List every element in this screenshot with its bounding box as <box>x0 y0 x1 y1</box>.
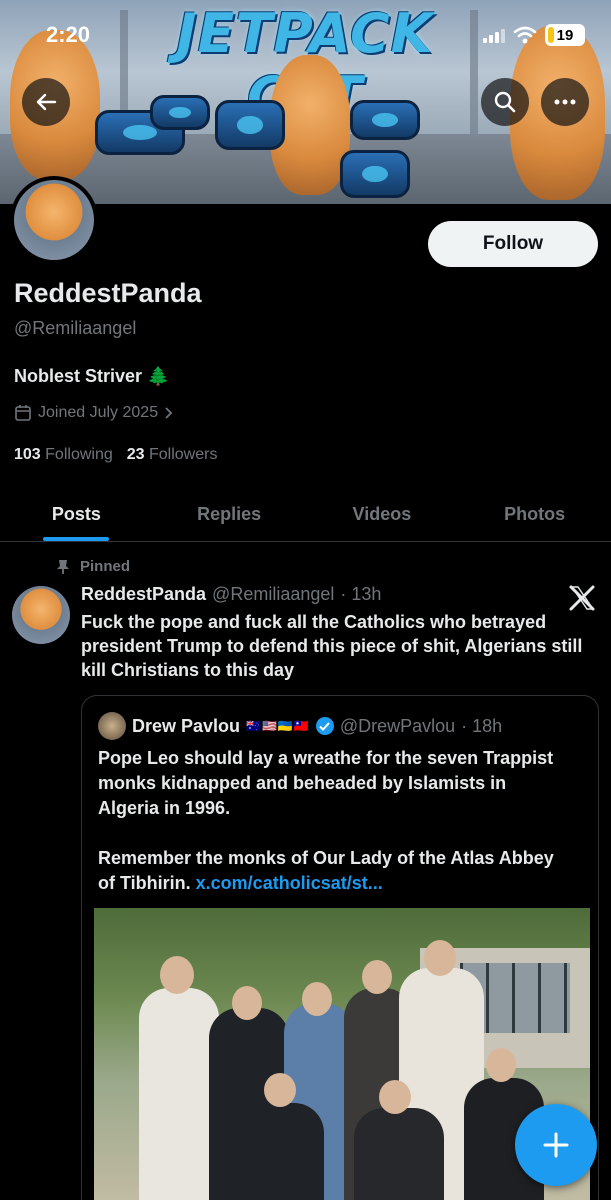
banner-jetpack <box>340 150 410 198</box>
back-arrow-icon <box>36 93 57 111</box>
calendar-icon <box>15 405 31 421</box>
photo-figure <box>354 1108 444 1200</box>
post-header: ReddestPanda @Remiliaangel · 13h <box>81 584 381 605</box>
banner-jetpack <box>215 100 285 150</box>
photo-figure <box>160 956 194 994</box>
follow-button[interactable]: Follow <box>428 221 598 267</box>
pinned-indicator: Pinned <box>56 558 130 575</box>
pinned-label: Pinned <box>80 558 131 575</box>
battery-indicator: 19 <box>545 24 585 46</box>
search-button[interactable] <box>481 78 529 126</box>
tab-photos[interactable]: Photos <box>458 488 611 541</box>
followers-link[interactable]: 23 Followers <box>127 446 218 464</box>
joined-date[interactable]: Joined July 2025 <box>14 404 174 422</box>
tab-videos[interactable]: Videos <box>306 488 459 541</box>
quote-header: Drew Pavlou 🇦🇺🇺🇸🇺🇦🇹🇼 @DrewPavlou · 18h <box>98 712 502 740</box>
x-logo-icon <box>569 585 595 611</box>
photo-figure <box>264 1073 296 1107</box>
followers-count: 23 <box>126 446 145 463</box>
avatar-image <box>14 180 94 260</box>
post-text: Fuck the pope and fuck all the Catholics… <box>81 612 583 680</box>
photo-figure <box>362 960 392 994</box>
status-indicators: 19 <box>483 24 585 46</box>
more-button[interactable] <box>541 78 589 126</box>
quote-time: · 18h <box>461 715 503 736</box>
post-author-avatar[interactable] <box>12 586 70 644</box>
tab-posts[interactable]: Posts <box>0 488 153 541</box>
photo-figure <box>232 986 262 1020</box>
back-button[interactable] <box>22 78 70 126</box>
profile-display-name: ReddestPanda <box>14 278 202 308</box>
signal-icon <box>483 27 505 43</box>
profile-tabs: Posts Replies Videos Photos <box>0 488 611 542</box>
following-link[interactable]: 103 Following <box>14 446 113 464</box>
tab-replies[interactable]: Replies <box>153 488 306 541</box>
profile-avatar[interactable] <box>10 176 98 264</box>
quote-author-flags: 🇦🇺🇺🇸🇺🇦🇹🇼 <box>246 719 310 733</box>
photo-figure <box>302 982 332 1016</box>
photo-figure <box>424 940 456 976</box>
banner-decoration <box>470 10 478 150</box>
post-author-handle[interactable]: @Remiliaangel <box>212 584 334 605</box>
quote-text: Pope Leo should lay a wreathe for the se… <box>98 746 568 896</box>
pin-icon <box>57 559 69 574</box>
verified-icon <box>315 717 334 735</box>
wifi-icon <box>513 26 537 44</box>
quote-author-handle: @DrewPavlou <box>339 715 456 736</box>
quote-author-name: Drew Pavlou <box>132 715 241 736</box>
compose-button[interactable] <box>515 1104 597 1186</box>
more-icon <box>554 99 576 105</box>
photo-figure <box>379 1080 411 1114</box>
following-label: Following <box>45 446 113 463</box>
profile-handle: @Remiliaangel <box>14 318 137 338</box>
status-time: 2:20 <box>46 22 91 47</box>
profile-bio: Noblest Striver 🌲 <box>14 366 170 386</box>
quote-body: Pope Leo should lay a wreathe for the se… <box>98 748 554 893</box>
post-time: · 13h <box>340 584 382 604</box>
followers-label: Followers <box>149 446 218 463</box>
follow-counts: 103 Following 23 Followers <box>14 446 217 464</box>
photo-figure <box>239 1103 324 1200</box>
quote-author-avatar <box>98 712 126 740</box>
following-count: 103 <box>14 446 41 463</box>
post-author-name[interactable]: ReddestPanda <box>81 584 206 605</box>
banner-jetpack <box>150 95 210 130</box>
joined-label: Joined July 2025 <box>38 404 159 421</box>
chevron-right-icon <box>165 407 173 419</box>
photo-figure <box>139 988 219 1200</box>
search-icon <box>494 91 516 113</box>
banner-jetpack <box>350 100 420 140</box>
plus-icon <box>543 1132 569 1158</box>
photo-figure <box>486 1048 516 1082</box>
quote-link[interactable]: x.com/catholicsat/st... <box>196 873 383 893</box>
